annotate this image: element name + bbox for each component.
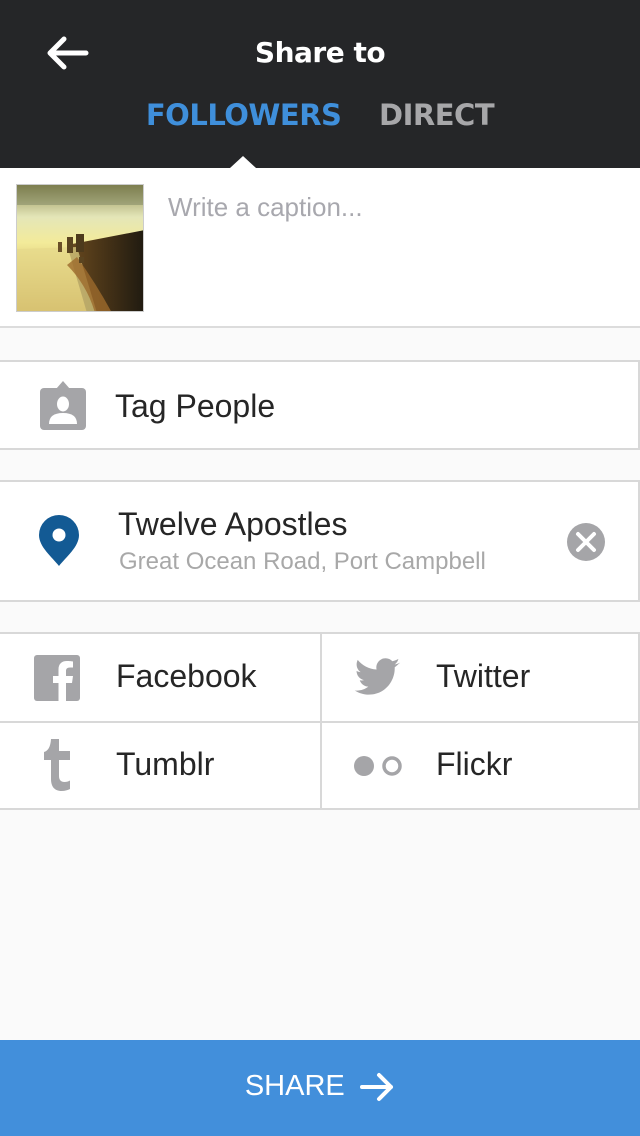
twitter-toggle[interactable]: Twitter	[320, 634, 640, 721]
facebook-icon	[34, 655, 80, 701]
active-tab-indicator	[230, 156, 256, 168]
tag-people-label: Tag People	[115, 388, 276, 424]
caption-input[interactable]	[168, 192, 618, 223]
location-name: Twelve Apostles	[118, 506, 348, 542]
facebook-toggle[interactable]: Facebook	[0, 634, 320, 721]
share-button[interactable]: SHARE	[0, 1040, 640, 1136]
tumblr-label: Tumblr	[116, 746, 215, 782]
header-bar: Share to FOLLOWERS DIRECT	[0, 0, 640, 168]
clear-circle-icon[interactable]	[566, 522, 606, 562]
location-address: Great Ocean Road, Port Campbell	[119, 548, 486, 575]
page-title: Share to	[254, 36, 386, 69]
tab-direct[interactable]: DIRECT	[379, 98, 495, 132]
tumblr-toggle[interactable]: Tumblr	[0, 722, 320, 809]
tag-person-icon	[40, 381, 86, 430]
facebook-label: Facebook	[116, 658, 257, 694]
share-label: SHARE	[244, 1070, 345, 1102]
tag-people-row[interactable]: Tag People	[0, 360, 640, 450]
arrow-right-icon	[360, 1072, 394, 1101]
location-pin-icon	[39, 515, 79, 566]
flickr-label: Flickr	[436, 746, 513, 782]
tumblr-icon	[44, 739, 70, 791]
share-tabs: FOLLOWERS DIRECT	[0, 98, 640, 132]
twitter-icon	[354, 658, 401, 695]
twitter-label: Twitter	[436, 658, 531, 694]
flickr-icon	[354, 756, 402, 776]
coastal-photo-thumbnail	[16, 184, 144, 312]
location-row[interactable]: Twelve Apostles Great Ocean Road, Port C…	[0, 480, 640, 602]
tab-followers[interactable]: FOLLOWERS	[146, 98, 342, 132]
social-share-grid: Facebook Twitter Tumblr Flickr	[0, 632, 640, 810]
flickr-toggle[interactable]: Flickr	[320, 722, 640, 809]
caption-section	[0, 168, 640, 328]
